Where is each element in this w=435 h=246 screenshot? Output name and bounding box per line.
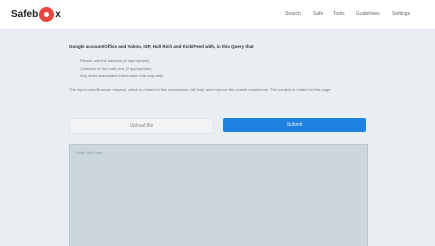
logo-text-left: Safeb [11, 9, 39, 20]
top-bar: Safeb x Search Safe Tools Guidelines Set… [0, 0, 435, 30]
list-item: Any other associated information that ma… [80, 73, 164, 78]
nav-item-3[interactable]: Tools [333, 11, 345, 19]
nav-item-5[interactable]: Settings [392, 11, 410, 19]
upload-button[interactable]: Upload file [69, 118, 214, 134]
logo-icon [39, 7, 55, 22]
nav-item-2[interactable]: Safe [313, 11, 323, 19]
site-logo[interactable]: Safeb x [11, 5, 61, 24]
nav-item-1[interactable]: Search [285, 11, 301, 19]
logo-text-right: x [55, 9, 61, 20]
description-paragraph: The input code/Browser request, which is… [69, 87, 332, 92]
submit-button[interactable]: Submit [223, 118, 366, 132]
nav-item-4[interactable]: Guidelines [356, 11, 380, 19]
list-item: Contents of the main text (if appropriat… [80, 65, 152, 71]
list-item: Please add the address (if appropriate) [80, 58, 150, 63]
instruction-list: Please add the address (if appropriate) … [80, 58, 280, 81]
page-title: Google account/Office and Yahoo, ISP, Hu… [69, 44, 254, 49]
text-editor[interactable]: Enter text here... [69, 144, 368, 246]
editor-placeholder: Enter text here... [76, 150, 106, 155]
